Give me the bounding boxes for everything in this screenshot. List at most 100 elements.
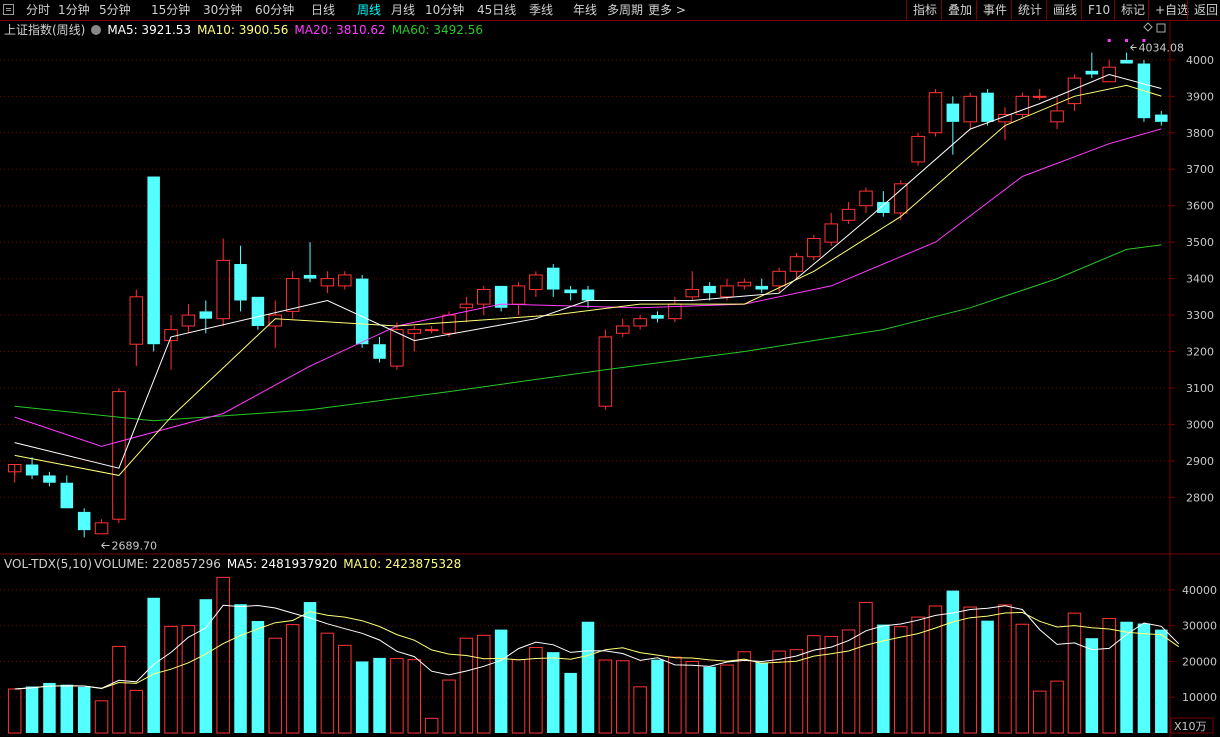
candle-body-up	[1032, 95, 1047, 98]
candle-body-up	[737, 281, 752, 287]
candle-body-up	[841, 208, 856, 221]
volume-bar-down	[1137, 623, 1151, 733]
candle-body-up	[511, 285, 526, 305]
volume-bar-up	[789, 649, 804, 734]
volume-bar-down	[981, 620, 994, 733]
volume-bar-up	[511, 659, 526, 734]
window-icon	[1156, 23, 1166, 33]
volume-tick-label: 30000	[1182, 620, 1217, 633]
ma10-line	[14, 84, 1162, 476]
candle-body-up	[459, 303, 474, 309]
candle-body-down	[77, 511, 91, 531]
candle-body-up	[1050, 110, 1064, 123]
volume-bar-down	[703, 666, 716, 733]
candle-body-up	[285, 278, 300, 312]
volume-bar-up	[720, 664, 734, 734]
candle-body-up	[633, 318, 647, 327]
volume-bar-up	[1067, 612, 1082, 734]
candle-body-up	[824, 223, 838, 243]
candle-body-down	[755, 285, 768, 290]
candle-body-up	[529, 274, 543, 291]
volume-bar-up	[824, 635, 838, 734]
price-tick-label: 3700	[1186, 163, 1214, 176]
candle-body-down	[877, 202, 890, 213]
candle-body-up	[477, 289, 491, 305]
candle-body-up	[928, 92, 943, 134]
candle-body-up	[615, 325, 630, 334]
volume-bar-up	[1015, 623, 1030, 734]
candle-body-down	[355, 278, 369, 345]
volume-bar-up	[407, 659, 422, 734]
volume-bar-up	[772, 650, 786, 734]
volume-bar-up	[459, 637, 474, 734]
volume-bar-up	[615, 660, 630, 734]
volume-bar-up	[1102, 618, 1116, 734]
volume-bar-down	[60, 684, 74, 733]
volume-bar-down	[77, 686, 91, 733]
candle-body-up	[963, 95, 977, 123]
candle-body-up	[789, 256, 804, 272]
candle-body-down	[1120, 59, 1133, 64]
volume-bar-up	[424, 717, 439, 734]
volume-tick-label: 20000	[1182, 655, 1217, 668]
volume-bar-up	[112, 645, 126, 734]
price-tick-label: 3100	[1186, 382, 1214, 395]
candle-body-up	[338, 274, 352, 287]
volume-bar-down	[43, 682, 56, 733]
price-tick-label: 4000	[1186, 54, 1214, 67]
ma5-line	[14, 73, 1162, 469]
candle-body-up	[598, 336, 613, 407]
volume-bar-down	[234, 604, 247, 733]
low-marker-arrow	[101, 542, 110, 549]
volume-bar-up	[442, 679, 456, 734]
candle-body-up	[268, 314, 283, 327]
volume-bar-down	[355, 661, 369, 733]
volume-bar-down	[251, 621, 265, 733]
candle-body-up	[807, 237, 821, 258]
volume-bar-up	[668, 656, 682, 734]
candle-body-down	[147, 176, 160, 345]
candle-body-down	[373, 344, 386, 359]
candle-body-down	[60, 482, 74, 509]
candle-body-up	[772, 270, 786, 287]
volume-tick-label: 40000	[1182, 584, 1217, 597]
volume-bar-down	[755, 662, 768, 733]
volume-bar-down	[564, 672, 577, 733]
event-marker	[1125, 39, 1129, 42]
kline-chart[interactable]: 2800 2900 3000 3100 3200 3300 3400 3500 3600 3700…	[0, 0, 1220, 737]
volume-bar-down	[546, 652, 560, 733]
price-tick-label: 3200	[1186, 346, 1214, 359]
candle-body-up	[859, 190, 873, 207]
candle-body-up	[442, 314, 456, 334]
volume-tick-label: 10000	[1182, 691, 1217, 704]
volume-bar-down	[373, 657, 386, 733]
candle-body-down	[946, 103, 960, 122]
candle-body-down	[1085, 70, 1099, 75]
price-tick-label: 3900	[1186, 90, 1214, 103]
volume-bar-up	[7, 688, 22, 734]
volume-bar-up	[893, 626, 908, 734]
volume-bar-down	[25, 686, 39, 733]
candle-body-up	[407, 329, 422, 334]
candle-body-down	[303, 274, 317, 279]
candle-body-down	[564, 289, 577, 294]
volume-bar-up	[94, 700, 109, 734]
price-tick-label: 3800	[1186, 127, 1214, 140]
candle-body-down	[43, 475, 56, 483]
volume-bar-down	[1155, 629, 1168, 733]
volume-bar-up	[477, 634, 491, 734]
candle-body-up	[112, 391, 126, 520]
candle-body-up	[129, 296, 144, 345]
event-marker	[1142, 39, 1146, 42]
volume-bar-up	[633, 686, 647, 734]
price-tick-label: 3500	[1186, 236, 1214, 249]
candle-body-down	[199, 311, 213, 319]
volume-bar-up	[285, 624, 300, 734]
price-tick-label: 3000	[1186, 418, 1214, 431]
price-tick-label: 3600	[1186, 200, 1214, 213]
diamond-icon	[1143, 22, 1153, 32]
volume-bar-up	[737, 651, 752, 734]
volume-ma10-line	[14, 611, 1179, 690]
volume-bar-down	[303, 602, 317, 733]
volume-bar-down	[581, 621, 595, 733]
